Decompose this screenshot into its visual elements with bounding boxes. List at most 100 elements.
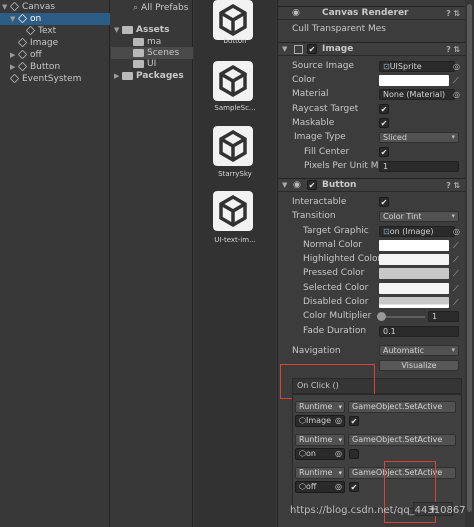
target-graphic-field[interactable]: ⊡on (Image) <box>379 226 455 237</box>
color-label: Color <box>292 75 316 85</box>
button-enabled-checkbox[interactable]: ✔ <box>307 180 317 190</box>
expand-arrow-icon[interactable]: ▼ <box>10 13 18 25</box>
color-multiplier-label: Color Multiplier <box>303 311 372 321</box>
interactable-checkbox[interactable]: ✔ <box>379 197 389 207</box>
gameobject-icon <box>17 49 28 60</box>
set-active-checkbox[interactable]: ✔ <box>349 482 359 492</box>
unity-scene-icon[interactable] <box>213 126 253 166</box>
image-enabled-checkbox[interactable]: ✔ <box>307 44 317 54</box>
inspector-panel: ◉ Canvas Renderer ? ⇅ ⋮ Cull Transparent… <box>277 0 474 527</box>
inspector-scrollbar[interactable] <box>465 0 474 527</box>
eyedropper-icon[interactable]: ⟋ <box>453 269 461 278</box>
asset-label: SampleSc... <box>214 104 256 112</box>
watermark-text: https://blog.csdn.net/qq_44310867 <box>290 505 466 516</box>
runtime-dropdown[interactable]: Runtime ▾ <box>295 434 345 446</box>
eye-icon: ◉ <box>292 8 300 18</box>
runtime-dropdown[interactable]: Runtime ▾ <box>295 401 345 413</box>
collapse-arrow-icon[interactable]: ▶ <box>114 70 122 82</box>
visualize-button[interactable]: Visualize <box>379 360 459 371</box>
unity-scene-icon[interactable] <box>213 191 253 231</box>
hierarchy-item-text[interactable]: Text <box>25 25 56 37</box>
asset-label: StarrySky <box>218 170 252 178</box>
gameobject-icon <box>17 61 28 72</box>
target-object-field[interactable]: ⬡off ◎ <box>295 481 345 493</box>
unity-scene-icon[interactable] <box>213 61 253 101</box>
eyedropper-icon[interactable]: ⟋ <box>453 284 461 293</box>
highlighted-color-swatch[interactable] <box>379 254 449 265</box>
source-image-field[interactable]: ⊡UISprite <box>379 61 455 72</box>
object-picker-icon[interactable]: ◎ <box>453 62 461 71</box>
collapse-arrow-icon[interactable]: ▶ <box>10 61 18 73</box>
target-object-field[interactable]: ⬡on ◎ <box>295 448 345 460</box>
hierarchy-item-on[interactable]: ▼ on <box>0 13 110 25</box>
pixels-per-unit-field[interactable]: 1 <box>379 161 459 172</box>
image-type-dropdown[interactable]: Sliced <box>379 132 459 143</box>
assets-folder[interactable]: ▼ Assets <box>114 24 169 36</box>
transition-dropdown[interactable]: Color Tint <box>379 211 459 222</box>
disabled-color-swatch[interactable] <box>379 297 449 308</box>
hierarchy-item-off[interactable]: ▶ off <box>10 49 42 61</box>
image-component-header[interactable]: ▼ ✔ Image ? ⇅ ⋮ <box>278 42 474 56</box>
material-field[interactable]: None (Material) <box>379 89 455 100</box>
function-dropdown[interactable]: GameObject.SetActive <box>348 434 456 446</box>
expand-arrow-icon[interactable]: ▼ <box>2 1 10 13</box>
all-prefabs-item[interactable]: ⌕ All Prefabs <box>133 2 188 14</box>
hierarchy-panel: ▼ Canvas ▼ on Text Image ▶ off ▶ Button Even… <box>0 0 110 527</box>
asset-label: UI-text-im... <box>214 236 256 244</box>
selected-color-label: Selected Color <box>303 283 369 293</box>
folder-item-ui[interactable]: UI <box>133 58 156 70</box>
gameobject-icon <box>9 73 20 84</box>
expand-arrow-icon[interactable]: ▼ <box>282 179 287 192</box>
cull-transparent-label: Cull Transparent Mes <box>292 24 386 34</box>
function-dropdown[interactable]: GameObject.SetActive <box>348 401 456 413</box>
fade-duration-field[interactable]: 0.1 <box>379 326 459 337</box>
hierarchy-item-image[interactable]: Image <box>17 37 58 49</box>
eyedropper-icon[interactable]: ⟋ <box>453 298 461 307</box>
gameobject-icon <box>9 1 20 12</box>
runtime-dropdown[interactable]: Runtime ▾ <box>295 467 345 479</box>
color-multiplier-field[interactable]: 1 <box>428 311 459 322</box>
raycast-target-checkbox[interactable]: ✔ <box>379 104 389 114</box>
selected-color-swatch[interactable] <box>379 283 449 294</box>
button-component-header[interactable]: ▼ ◉ ✔ Button ? ⇅ ⋮ <box>278 178 474 192</box>
hierarchy-item-eventsystem[interactable]: EventSystem <box>9 73 81 85</box>
expand-arrow-icon[interactable]: ▼ <box>114 24 122 36</box>
hierarchy-item-button[interactable]: ▶ Button <box>10 61 60 73</box>
eyedropper-icon[interactable]: ⟋ <box>453 255 461 264</box>
gameobject-icon <box>25 25 36 36</box>
pressed-color-label: Pressed Color <box>303 268 365 278</box>
unity-scene-icon[interactable] <box>213 0 253 40</box>
pressed-color-swatch[interactable] <box>379 268 449 279</box>
hierarchy-item-canvas[interactable]: ▼ Canvas <box>2 1 55 13</box>
set-active-checkbox[interactable] <box>349 449 359 459</box>
component-title: Canvas Renderer <box>322 8 409 18</box>
fade-duration-label: Fade Duration <box>303 326 367 336</box>
packages-folder[interactable]: ▶ Packages <box>114 70 184 82</box>
set-active-checkbox[interactable]: ✔ <box>349 416 359 426</box>
raycast-target-label: Raycast Target <box>292 104 359 114</box>
target-object-field[interactable]: ⬡Image ◎ <box>295 415 345 427</box>
folder-icon <box>122 71 133 80</box>
material-label: Material <box>292 89 329 99</box>
eyedropper-icon[interactable]: ⟋ <box>453 76 461 85</box>
interactable-label: Interactable <box>292 197 347 207</box>
normal-color-label: Normal Color <box>303 240 362 250</box>
component-title: Image <box>322 44 354 54</box>
color-multiplier-slider-handle[interactable] <box>377 312 386 321</box>
object-picker-icon[interactable]: ◎ <box>453 90 461 99</box>
canvas-renderer-header[interactable]: ◉ Canvas Renderer ? ⇅ ⋮ <box>278 6 474 20</box>
source-image-label: Source Image <box>292 61 354 71</box>
collapse-arrow-icon[interactable]: ▶ <box>10 49 18 61</box>
navigation-label: Navigation <box>292 346 341 356</box>
color-swatch[interactable] <box>379 75 449 86</box>
pixels-per-unit-label: Pixels Per Unit Mul <box>304 161 380 171</box>
gameobject-icon <box>17 37 28 48</box>
normal-color-swatch[interactable] <box>379 240 449 251</box>
maskable-checkbox[interactable]: ✔ <box>379 118 389 128</box>
expand-arrow-icon[interactable]: ▼ <box>282 43 287 56</box>
object-picker-icon[interactable]: ◎ <box>453 227 461 236</box>
fill-center-checkbox[interactable]: ✔ <box>379 147 389 157</box>
eyedropper-icon[interactable]: ⟋ <box>453 241 461 250</box>
navigation-dropdown[interactable]: Automatic <box>379 345 459 356</box>
fill-center-label: Fill Center <box>304 147 350 157</box>
